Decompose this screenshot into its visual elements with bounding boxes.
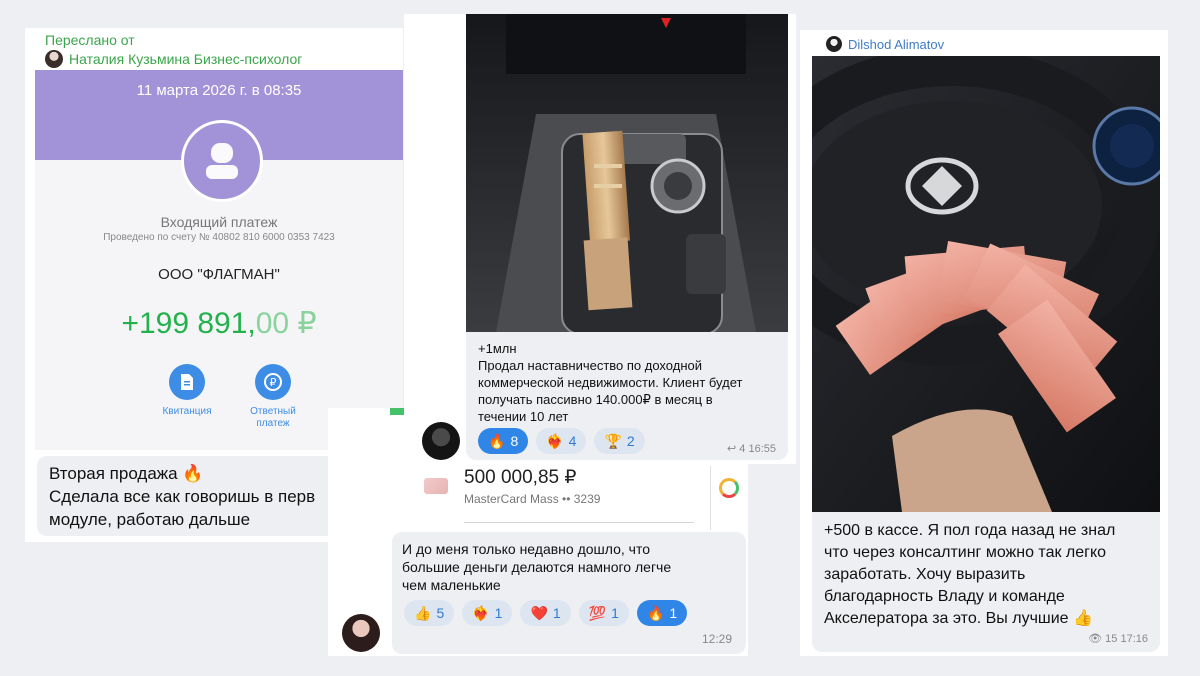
photo-message-card: +1млн Продал наставничество по доходной …: [404, 14, 796, 464]
reactions-bar: 🔥 8 ❤️‍🔥 4 🏆 2: [478, 428, 645, 454]
message-text: +500 в кассе. Я пол года назад не знал ч…: [824, 522, 1116, 627]
svg-text:₽: ₽: [270, 376, 277, 389]
user-icon: [206, 143, 238, 179]
reaction-heart-fire[interactable]: ❤️‍🔥 4: [536, 428, 587, 454]
receipt-date: 11 марта 2026 г. в 08:35: [136, 82, 302, 99]
payer-name: ООО "ФЛАГМАН": [158, 266, 280, 283]
payer-avatar: [181, 120, 263, 202]
loading-icon: [719, 478, 739, 498]
author-name: Dilshod Alimatov: [848, 36, 945, 52]
message-time: 12:29: [701, 632, 732, 646]
message-text: И до меня только недавно дошло, что боль…: [402, 541, 672, 593]
cash-in-car-image: [812, 56, 1160, 512]
document-icon: [181, 374, 193, 390]
reaction-fire[interactable]: 🔥 1: [636, 600, 688, 626]
message-meta: ↩ 4 16:55: [727, 443, 776, 455]
forwarded-label: Переслано от: [45, 32, 135, 48]
bank-card-icon: [424, 478, 448, 494]
side-panel: [710, 466, 747, 530]
divider: [464, 522, 694, 523]
receipt-button-label: Квитанция: [162, 406, 212, 417]
accent-tip: [390, 408, 404, 415]
reaction-count: 5: [436, 605, 445, 621]
receipt-button[interactable]: Квитанция: [147, 364, 227, 418]
heart-fire-icon: ❤️‍🔥: [472, 604, 490, 621]
payment-type: Входящий платеж: [160, 214, 278, 230]
car-console-image: [466, 14, 788, 332]
payment-amount: +199 891,00 ₽: [35, 306, 403, 341]
amount-decimals: 00 ₽: [255, 307, 317, 340]
message-text: Вторая продажа 🔥 Сделала все как говориш…: [49, 464, 316, 529]
payment-amount: 500 000,85 ₽: [464, 467, 577, 488]
message-text: +1млн Продал наставничество по доходной …: [478, 341, 743, 424]
amount-main: +199 891,: [121, 307, 256, 340]
fire-icon: 🔥: [488, 432, 506, 449]
trophy-icon: 🏆: [604, 432, 622, 449]
reaction-count: 1: [611, 605, 619, 621]
reaction-heart-fire[interactable]: ❤️‍🔥 1: [462, 600, 513, 626]
reaction-count: 1: [552, 605, 561, 621]
forwarded-author-name: Наталия Кузьмина Бизнес-психолог: [69, 51, 303, 67]
message-meta: 👁 15 17:16: [1088, 633, 1148, 645]
reaction-fire[interactable]: 🔥 8: [478, 428, 529, 454]
heart-icon: ❤️: [530, 604, 548, 621]
message-author[interactable]: Dilshod Alimatov: [826, 36, 944, 52]
message-bubble: +1млн Продал наставничество по доходной …: [466, 332, 788, 460]
reaction-hundred[interactable]: 💯 1: [578, 600, 629, 626]
reaction-trophy[interactable]: 🏆 2: [594, 428, 645, 454]
car-console-photo[interactable]: [466, 14, 788, 332]
reaction-count: 8: [510, 433, 519, 449]
reply-payment-button[interactable]: ₽ Ответный платеж: [233, 364, 313, 430]
reaction-heart[interactable]: ❤️ 1: [520, 600, 571, 626]
payment-card-name: MasterCard Mass •• 3239: [464, 492, 601, 506]
thumbs-up-icon: 👍: [414, 604, 432, 621]
reactions-bar: 👍 5 ❤️‍🔥 1 ❤️ 1 💯 1 🔥 1: [404, 600, 688, 626]
sender-avatar[interactable]: [342, 614, 380, 652]
reaction-count: 2: [626, 433, 635, 449]
ruble-icon: ₽: [264, 373, 282, 391]
payment-account: Проведено по счету № 40802 810 6000 0353…: [103, 232, 335, 243]
hundred-icon: 💯: [588, 604, 607, 621]
message-bubble: +500 в кассе. Я пол года назад не знал ч…: [812, 512, 1160, 652]
author-avatar: [826, 36, 842, 52]
reaction-count: 4: [568, 433, 577, 449]
forwarded-author[interactable]: Наталия Кузьмина Бизнес-психолог: [45, 50, 302, 68]
bank-receipt-screenshot: 11 марта 2026 г. в 08:35 Входящий платеж…: [35, 70, 403, 450]
payment-card-screenshot: 500 000,85 ₽ MasterCard Mass •• 3239: [404, 466, 724, 526]
cash-in-car-photo[interactable]: [812, 56, 1160, 512]
reaction-count: 1: [669, 605, 678, 621]
reaction-thumbs-up[interactable]: 👍 5: [404, 600, 455, 626]
heart-fire-icon: ❤️‍🔥: [546, 432, 564, 449]
author-avatar: [45, 50, 63, 68]
fire-icon: 🔥: [646, 604, 665, 621]
photo-message-card-right: Dilshod Alimatov +500 в кассе. Я пол год…: [800, 30, 1168, 656]
reply-payment-label: Ответный платеж: [250, 406, 296, 429]
reaction-count: 1: [494, 605, 503, 621]
message-bubble: И до меня только недавно дошло, что боль…: [392, 532, 746, 654]
sender-avatar[interactable]: [422, 422, 460, 460]
